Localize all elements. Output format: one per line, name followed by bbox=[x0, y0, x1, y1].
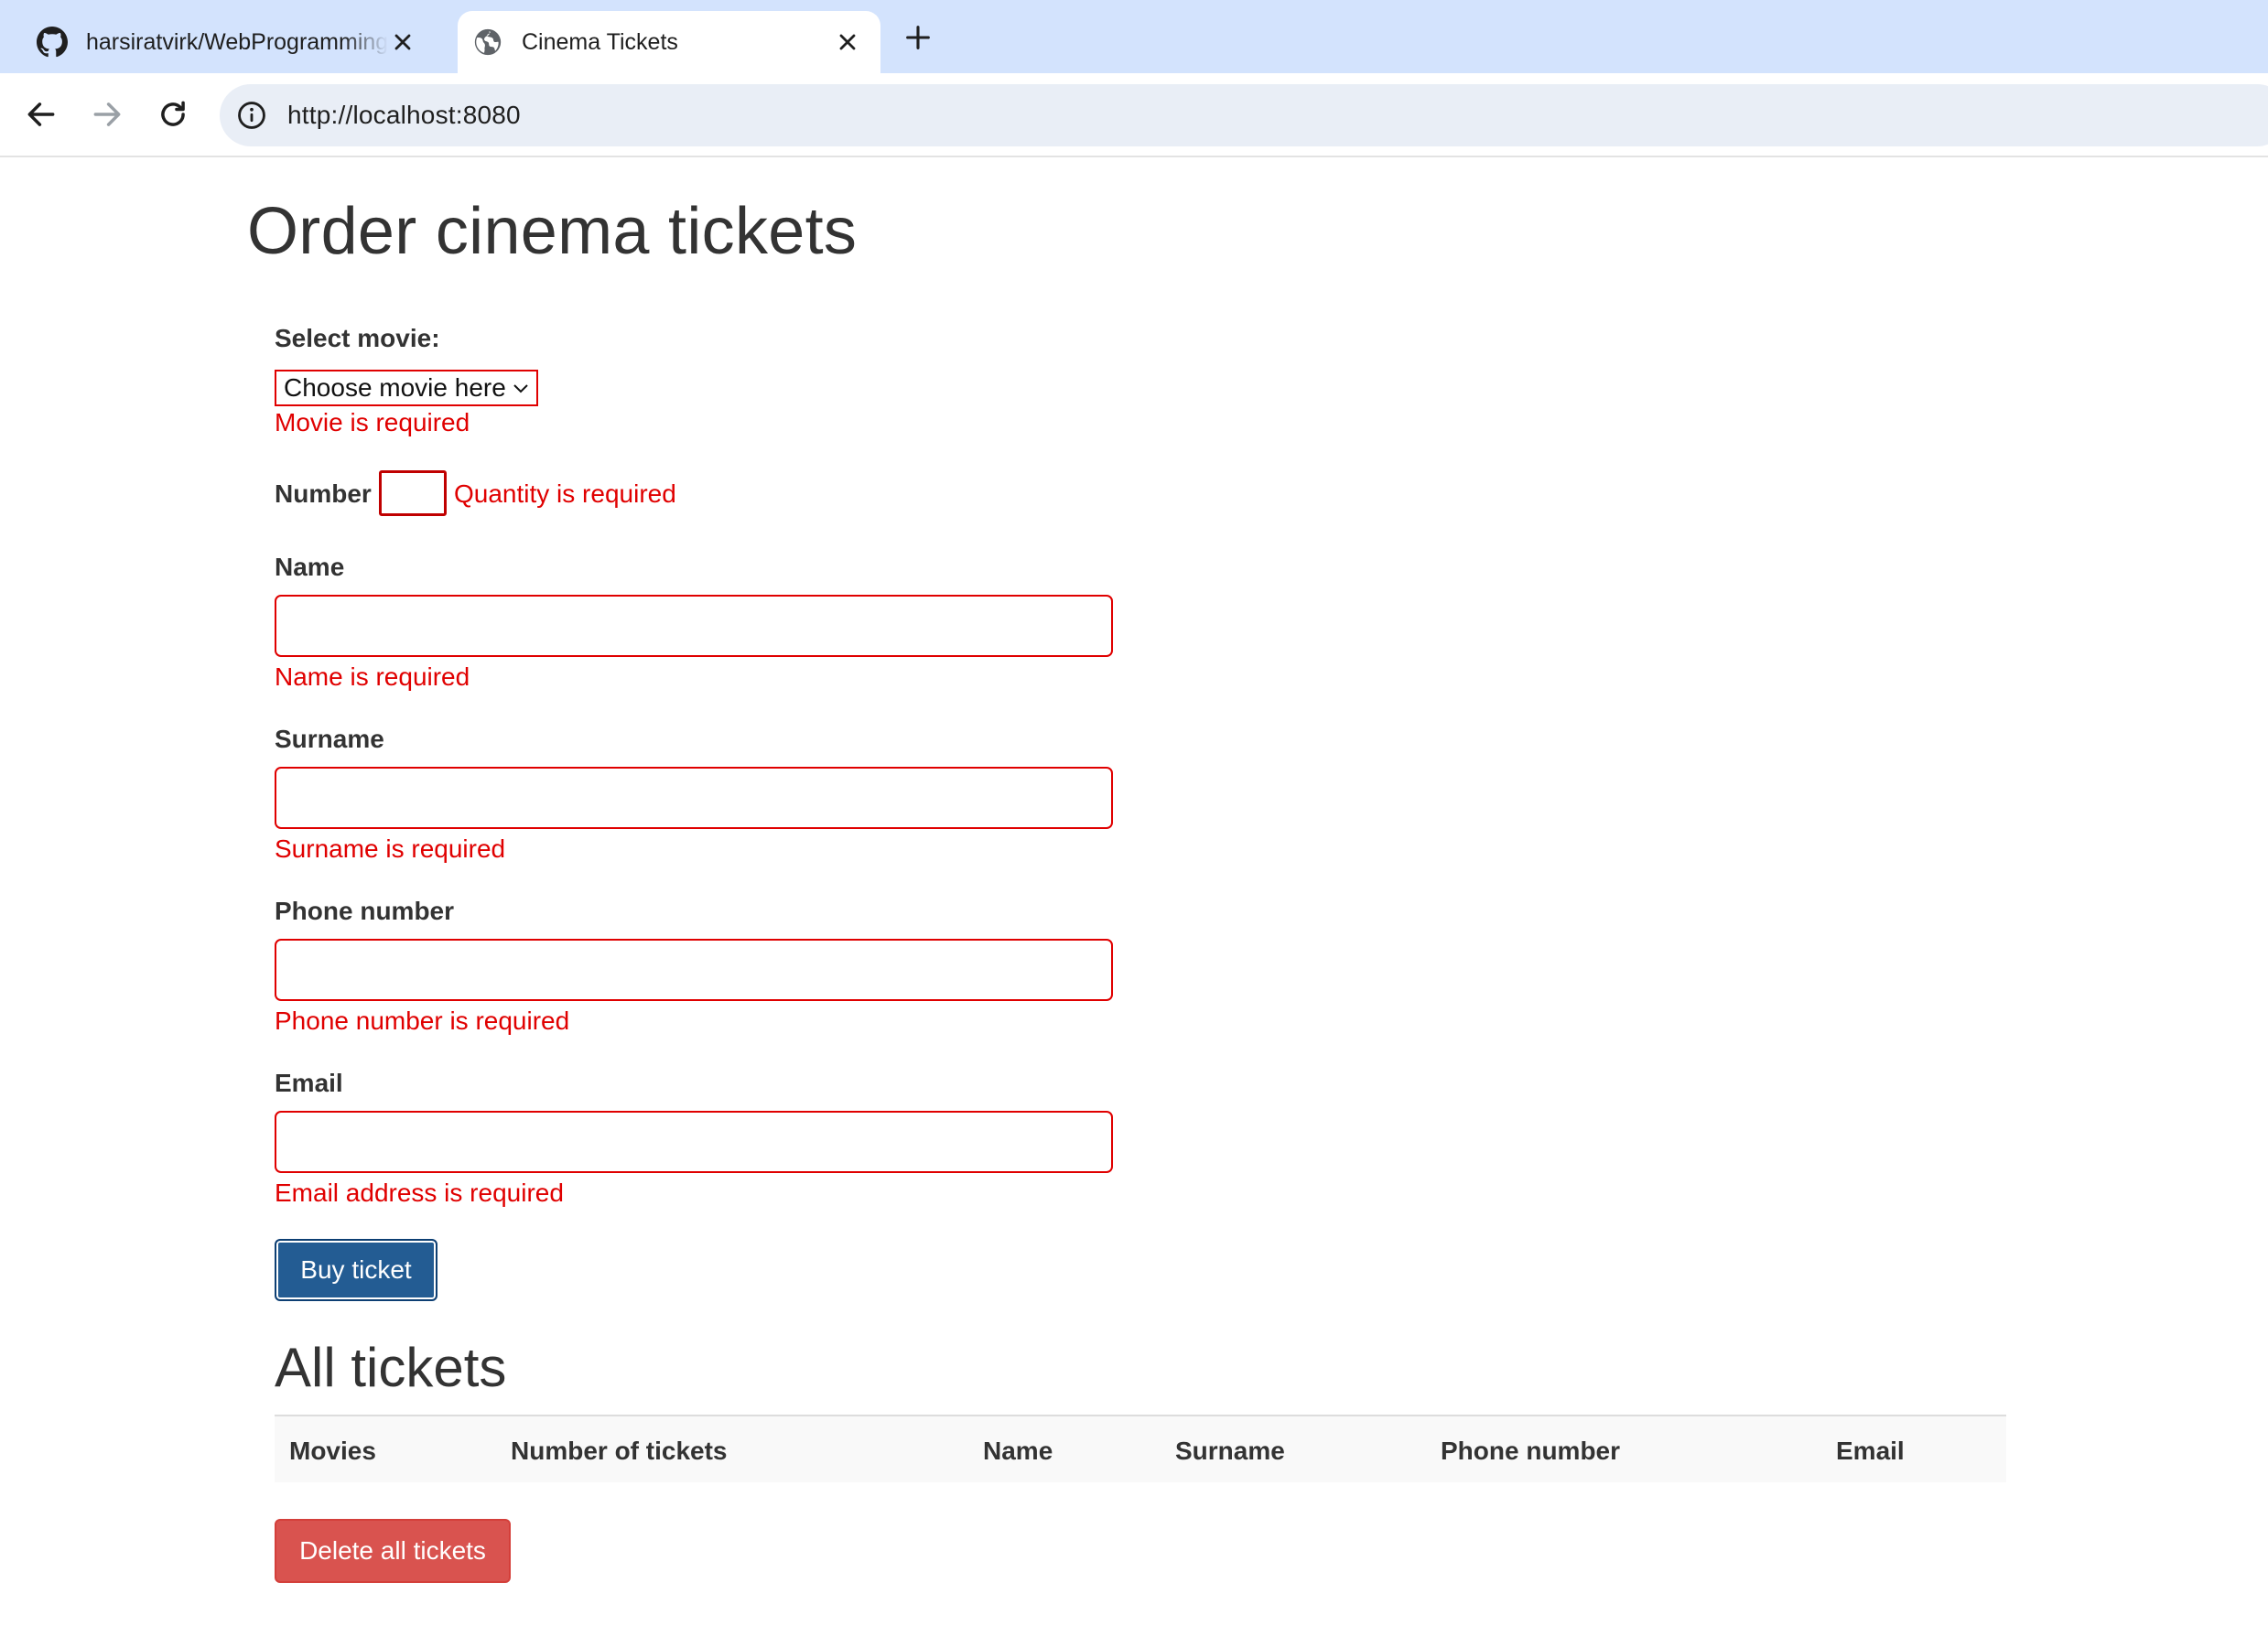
column-header-email: Email bbox=[1836, 1437, 1905, 1465]
tab-strip: harsiratvirk/WebProgramming Cinema Ticke… bbox=[0, 0, 2268, 73]
tickets-table-header: Movies Number of tickets Name Surname Ph… bbox=[275, 1415, 2006, 1482]
surname-error: Surname is required bbox=[275, 834, 506, 863]
column-header-name: Name bbox=[983, 1437, 1053, 1465]
reload-icon[interactable] bbox=[156, 97, 190, 132]
email-input[interactable] bbox=[275, 1111, 1113, 1173]
surname-label: Surname bbox=[275, 725, 384, 753]
tab-github[interactable]: harsiratvirk/WebProgramming bbox=[24, 11, 436, 73]
name-label: Name bbox=[275, 553, 345, 581]
close-icon[interactable] bbox=[390, 29, 416, 55]
column-header-phone: Phone number bbox=[1441, 1437, 1621, 1465]
globe-icon bbox=[474, 28, 502, 56]
quantity-error: Quantity is required bbox=[454, 479, 676, 508]
phone-label: Phone number bbox=[275, 897, 455, 925]
column-header-number: Number of tickets bbox=[511, 1437, 728, 1465]
page-title: Order cinema tickets bbox=[247, 195, 858, 268]
back-arrow-icon[interactable] bbox=[24, 97, 59, 132]
email-label: Email bbox=[275, 1069, 343, 1097]
address-bar[interactable]: http://localhost:8080 bbox=[220, 84, 2268, 146]
quantity-input[interactable] bbox=[379, 470, 447, 516]
chevron-down-icon bbox=[513, 384, 528, 393]
surname-input[interactable] bbox=[275, 767, 1113, 829]
browser-toolbar: http://localhost:8080 bbox=[0, 73, 2268, 157]
plus-icon[interactable] bbox=[902, 22, 934, 53]
tab-title: Cinema Tickets bbox=[522, 28, 678, 55]
info-icon[interactable] bbox=[236, 100, 267, 131]
column-header-movies: Movies bbox=[289, 1437, 376, 1465]
tab-cinema-tickets[interactable]: Cinema Tickets bbox=[458, 11, 880, 73]
column-header-surname: Surname bbox=[1175, 1437, 1285, 1465]
page-content: Order cinema tickets Select movie: Choos… bbox=[0, 159, 2268, 1647]
quantity-label: Number bbox=[275, 479, 372, 508]
movie-select[interactable]: Choose movie here bbox=[275, 370, 538, 406]
movie-label: Select movie: bbox=[275, 324, 440, 352]
name-input[interactable] bbox=[275, 595, 1113, 657]
name-error: Name is required bbox=[275, 662, 470, 691]
url-text: http://localhost:8080 bbox=[287, 101, 521, 129]
github-icon bbox=[37, 27, 68, 58]
tickets-title: All tickets bbox=[275, 1337, 507, 1398]
phone-error: Phone number is required bbox=[275, 1006, 570, 1035]
close-icon[interactable] bbox=[835, 29, 860, 55]
phone-input[interactable] bbox=[275, 939, 1113, 1001]
forward-arrow-icon[interactable] bbox=[90, 97, 124, 132]
tab-title: harsiratvirk/WebProgramming bbox=[86, 28, 388, 55]
movie-error: Movie is required bbox=[275, 408, 470, 436]
email-error: Email address is required bbox=[275, 1179, 564, 1207]
delete-all-tickets-button[interactable]: Delete all tickets bbox=[275, 1519, 511, 1583]
movie-select-value: Choose movie here bbox=[284, 373, 506, 402]
buy-ticket-button[interactable]: Buy ticket bbox=[275, 1239, 437, 1301]
